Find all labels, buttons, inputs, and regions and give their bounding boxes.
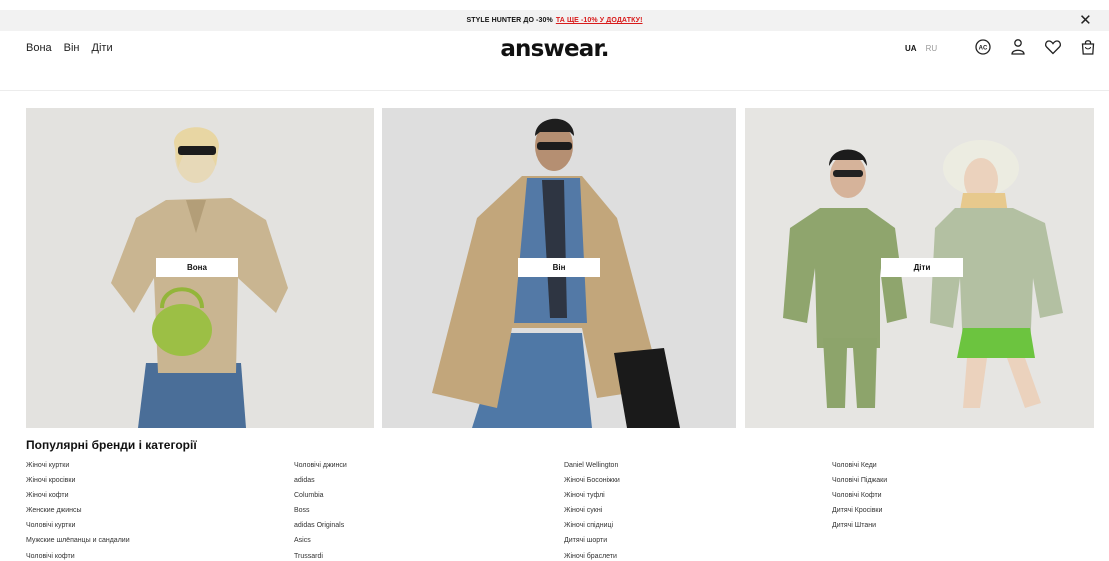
links-column-2: Чоловічі джинси adidas Columbia Boss adi… [294, 461, 347, 561]
popular-link[interactable]: Жіночі куртки [26, 461, 130, 476]
bag-icon[interactable] [1079, 38, 1097, 56]
popular-link[interactable]: Дитячі шорти [564, 536, 620, 551]
popular-link[interactable]: Чоловічі кофти [26, 552, 130, 561]
header: Вона Він Діти answear. UA RU AC [0, 31, 1109, 91]
main-nav: Вона Він Діти [26, 42, 113, 54]
popular-link[interactable]: Жіночі браслети [564, 552, 620, 561]
close-icon[interactable]: ✕ [1078, 13, 1093, 28]
nav-kids[interactable]: Діти [92, 42, 113, 54]
kids-button[interactable]: Діти [881, 258, 963, 277]
popular-link[interactable]: Женские джинсы [26, 506, 130, 521]
popular-link[interactable]: Columbia [294, 491, 347, 506]
popular-link[interactable]: Чоловічі джинси [294, 461, 347, 476]
links-column-3: Daniel Wellington Жіночі Босоніжки Жіноч… [564, 461, 620, 561]
ac-club-icon[interactable]: AC [974, 38, 992, 56]
tile-women[interactable]: Вона [26, 108, 374, 428]
popular-link[interactable]: Boss [294, 506, 347, 521]
user-icon[interactable] [1009, 38, 1027, 56]
lang-ua[interactable]: UA [905, 44, 917, 53]
popular-link[interactable]: Жіночі спідниці [564, 521, 620, 536]
popular-link[interactable]: Дитячі Штани [832, 521, 887, 536]
section-title: Популярні бренди і категорії [26, 438, 197, 452]
popular-link[interactable]: Жіночі туфлі [564, 491, 620, 506]
nav-men[interactable]: Він [64, 42, 80, 54]
popular-link[interactable]: Чоловічі Кофти [832, 491, 887, 506]
popular-link[interactable]: Daniel Wellington [564, 461, 620, 476]
links-column-1: Жіночі куртки Жіночі кросівки Жіночі коф… [26, 461, 130, 561]
popular-link[interactable]: Жіночі Босоніжки [564, 476, 620, 491]
promo-link[interactable]: ТА ЩЕ -10% У ДОДАТКУ! [556, 17, 643, 24]
popular-link[interactable]: adidas [294, 476, 347, 491]
promo-text: STYLE HUNTER ДО -30% [466, 17, 553, 24]
heart-icon[interactable] [1044, 38, 1062, 56]
logo[interactable]: answear. [500, 36, 609, 62]
popular-link[interactable]: Дитячі Кросівки [832, 506, 887, 521]
popular-link[interactable]: Чоловічі куртки [26, 521, 130, 536]
links-column-4: Чоловічі Кеди Чоловічі Піджаки Чоловічі … [832, 461, 887, 536]
hero-categories: Вона Він Діти [26, 108, 1094, 428]
tile-kids[interactable]: Діти [745, 108, 1094, 428]
popular-section: Популярні бренди і категорії Жіночі курт… [26, 438, 1086, 560]
popular-link[interactable]: Чоловічі Кеди [832, 461, 887, 476]
svg-text:AC: AC [979, 45, 988, 51]
men-button[interactable]: Він [518, 258, 600, 277]
popular-link[interactable]: adidas Originals [294, 521, 347, 536]
popular-link[interactable]: Жіночі кросівки [26, 476, 130, 491]
header-icons: AC [974, 38, 1097, 56]
tile-men[interactable]: Він [382, 108, 736, 428]
promo-bar: STYLE HUNTER ДО -30% ТА ЩЕ -10% У ДОДАТК… [0, 10, 1109, 31]
popular-link[interactable]: Чоловічі Піджаки [832, 476, 887, 491]
popular-link[interactable]: Trussardi [294, 552, 347, 561]
popular-link[interactable]: Жіночі кофти [26, 491, 130, 506]
lang-ru[interactable]: RU [926, 44, 938, 53]
popular-link[interactable]: Жіночі сукні [564, 506, 620, 521]
language-switcher: UA RU [905, 44, 937, 53]
nav-women[interactable]: Вона [26, 42, 52, 54]
popular-link[interactable]: Asics [294, 536, 347, 551]
women-button[interactable]: Вона [156, 258, 238, 277]
popular-link[interactable]: Мужские шлёпанцы и сандалии [26, 536, 130, 551]
